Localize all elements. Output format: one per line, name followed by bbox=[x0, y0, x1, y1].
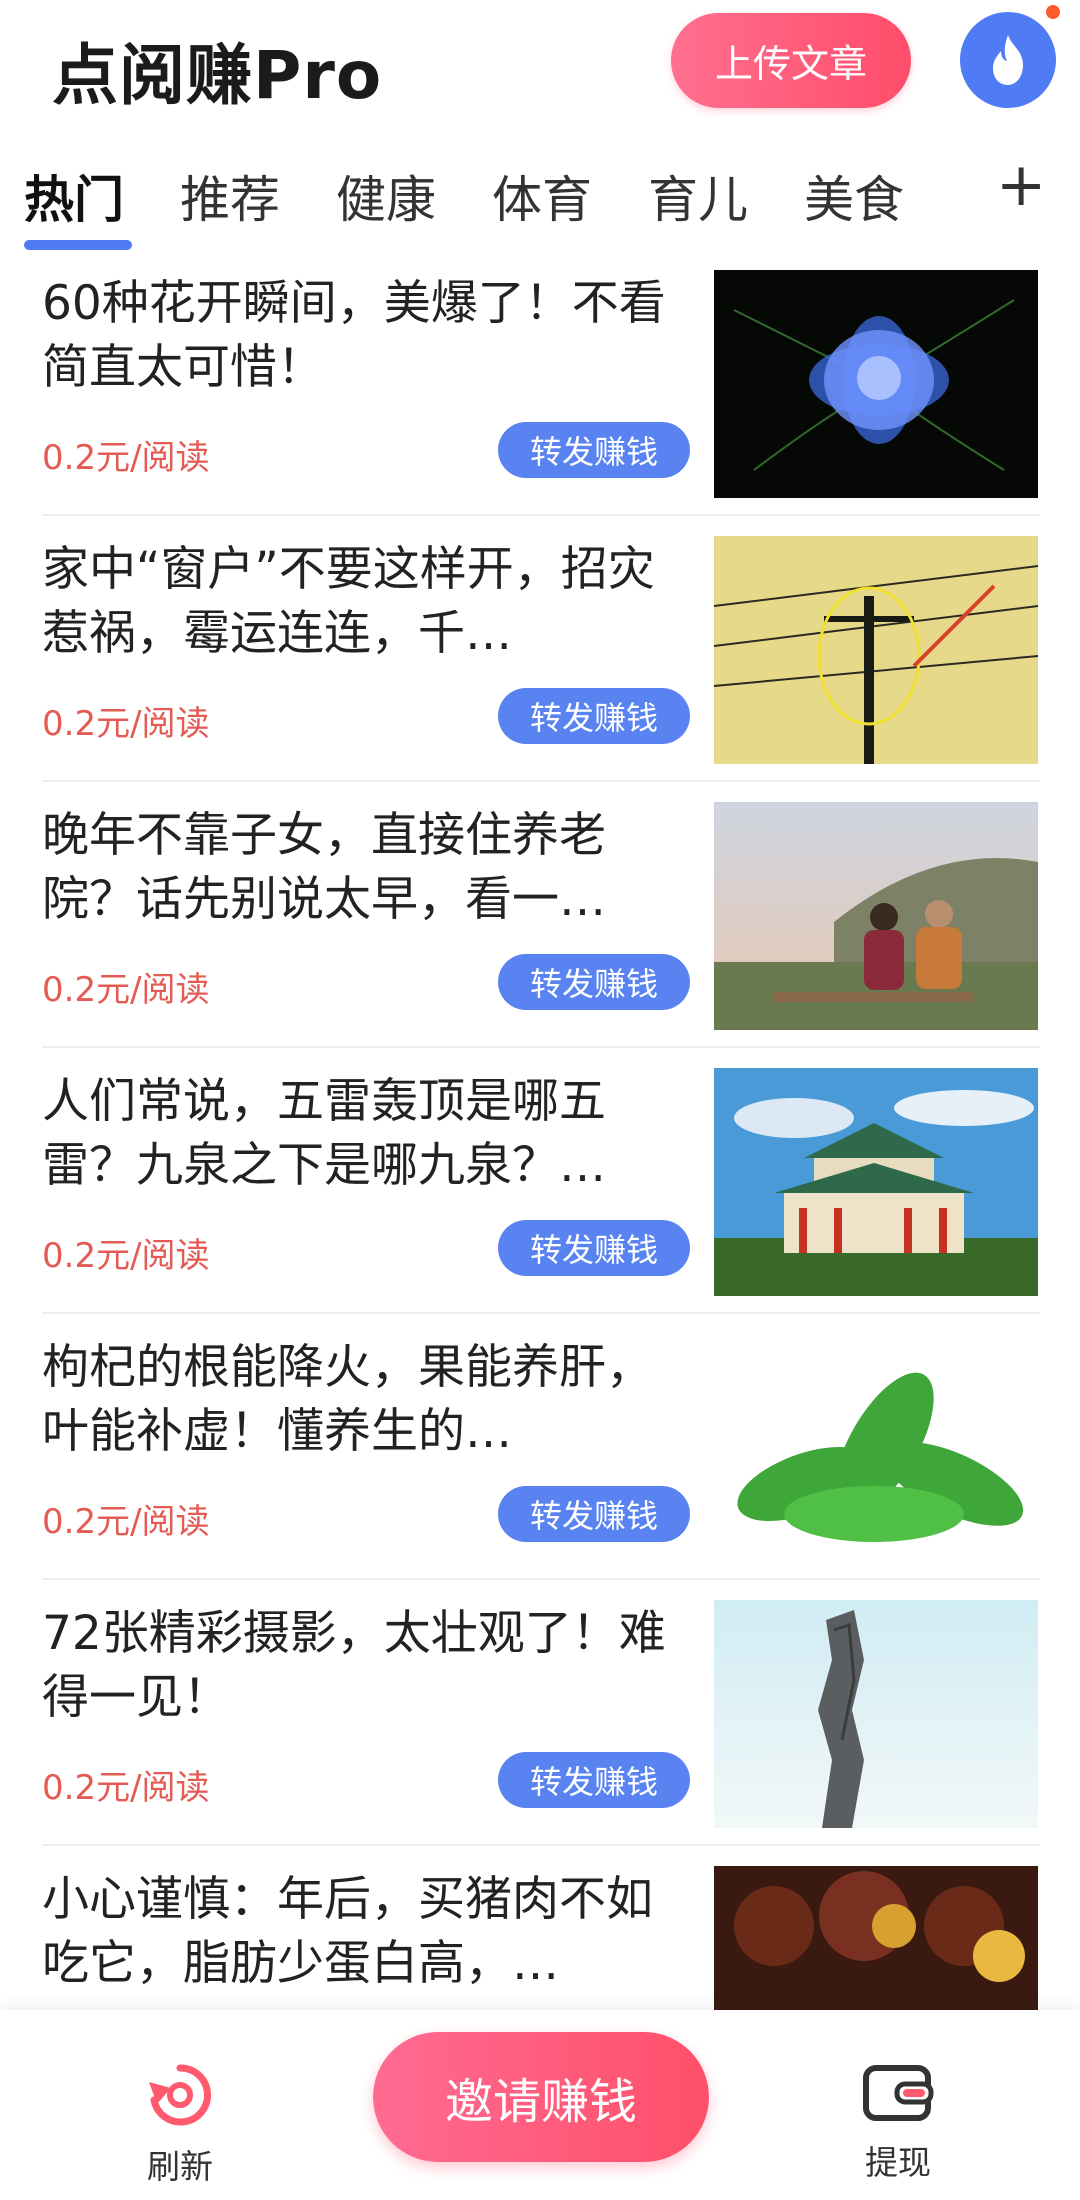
tab-recommend[interactable]: 推荐 bbox=[180, 160, 280, 232]
article-title[interactable]: 家中“窗户”不要这样开，招灾惹祸，霉运连连，千… bbox=[42, 538, 692, 666]
tab-sports[interactable]: 体育 bbox=[492, 160, 592, 232]
bottom-navigation-bar: 刷新 邀请赚钱 提现 bbox=[0, 2010, 1080, 2200]
divider bbox=[42, 780, 1040, 782]
upload-article-button[interactable]: 上传文章 bbox=[671, 13, 911, 108]
article-thumbnail[interactable] bbox=[714, 1334, 1038, 1562]
article-thumbnail[interactable] bbox=[714, 802, 1038, 1030]
wallet-icon bbox=[863, 2065, 934, 2121]
tab-food[interactable]: 美食 bbox=[804, 160, 904, 232]
article-item[interactable]: 枸杞的根能降火，果能养肝，叶能补虚！懂养生的… 0.2元/阅读 转发赚钱 bbox=[42, 1326, 1040, 1592]
article-price: 0.2元/阅读 bbox=[42, 1502, 210, 1542]
divider bbox=[42, 1046, 1040, 1048]
share-earn-button[interactable]: 转发赚钱 bbox=[498, 1486, 690, 1542]
share-earn-button[interactable]: 转发赚钱 bbox=[498, 954, 690, 1010]
tab-hot[interactable]: 热门 bbox=[24, 160, 124, 232]
article-thumbnail[interactable] bbox=[714, 270, 1038, 498]
article-price: 0.2元/阅读 bbox=[42, 970, 210, 1010]
article-item[interactable]: 72张精彩摄影，太壮观了！难得一见！ 0.2元/阅读 转发赚钱 bbox=[42, 1592, 1040, 1858]
article-title[interactable]: 人们常说，五雷轰顶是哪五雷？九泉之下是哪九泉？… bbox=[42, 1070, 692, 1198]
article-title[interactable]: 枸杞的根能降火，果能养肝，叶能补虚！懂养生的… bbox=[42, 1336, 692, 1464]
app-title: 点阅赚Pro bbox=[52, 37, 383, 114]
article-title[interactable]: 72张精彩摄影，太壮观了！难得一见！ bbox=[42, 1602, 692, 1730]
notification-dot bbox=[1044, 3, 1062, 21]
article-item[interactable]: 60种花开瞬间，美爆了！不看简直太可惜！ 0.2元/阅读 转发赚钱 bbox=[42, 262, 1040, 528]
article-price: 0.2元/阅读 bbox=[42, 704, 210, 744]
tab-parenting[interactable]: 育儿 bbox=[648, 160, 748, 232]
article-thumbnail[interactable] bbox=[714, 1600, 1038, 1828]
divider bbox=[42, 514, 1040, 516]
divider bbox=[42, 1578, 1040, 1580]
article-title[interactable]: 小心谨慎：年后，买猪肉不如吃它，脂肪少蛋白高，… bbox=[42, 1868, 692, 1996]
article-price: 0.2元/阅读 bbox=[42, 1236, 210, 1276]
withdraw-button[interactable]: 提现 bbox=[828, 2060, 968, 2184]
hot-button[interactable] bbox=[960, 12, 1056, 108]
flame-icon bbox=[993, 35, 1023, 85]
active-tab-indicator bbox=[24, 240, 132, 250]
article-price: 0.2元/阅读 bbox=[42, 438, 210, 478]
refresh-icon bbox=[149, 2064, 212, 2126]
tab-health[interactable]: 健康 bbox=[336, 160, 436, 232]
article-title[interactable]: 晚年不靠子女，直接住养老院？话先别说太早，看一… bbox=[42, 804, 692, 932]
article-price: 0.2元/阅读 bbox=[42, 1768, 210, 1808]
share-earn-button[interactable]: 转发赚钱 bbox=[498, 1752, 690, 1808]
article-item[interactable]: 晚年不靠子女，直接住养老院？话先别说太早，看一… 0.2元/阅读 转发赚钱 bbox=[42, 794, 1040, 1060]
divider bbox=[42, 1844, 1040, 1846]
refresh-button[interactable]: 刷新 bbox=[110, 2060, 250, 2188]
article-title[interactable]: 60种花开瞬间，美爆了！不看简直太可惜！ bbox=[42, 272, 692, 400]
category-tabs: 热门 推荐 健康 体育 育儿 美食 bbox=[0, 140, 1080, 260]
withdraw-label: 提现 bbox=[865, 2143, 931, 2182]
article-item[interactable]: 家中“窗户”不要这样开，招灾惹祸，霉运连连，千… 0.2元/阅读 转发赚钱 bbox=[42, 528, 1040, 794]
divider bbox=[42, 1312, 1040, 1314]
refresh-label: 刷新 bbox=[147, 2147, 213, 2186]
add-tab-button[interactable]: + bbox=[996, 150, 1046, 220]
share-earn-button[interactable]: 转发赚钱 bbox=[498, 422, 690, 478]
share-earn-button[interactable]: 转发赚钱 bbox=[498, 688, 690, 744]
article-thumbnail[interactable] bbox=[714, 1068, 1038, 1296]
article-thumbnail[interactable] bbox=[714, 536, 1038, 764]
article-item[interactable]: 人们常说，五雷轰顶是哪五雷？九泉之下是哪九泉？… 0.2元/阅读 转发赚钱 bbox=[42, 1060, 1040, 1326]
invite-earn-button[interactable]: 邀请赚钱 bbox=[373, 2032, 709, 2162]
app-header: 点阅赚Pro 上传文章 bbox=[0, 0, 1080, 140]
share-earn-button[interactable]: 转发赚钱 bbox=[498, 1220, 690, 1276]
